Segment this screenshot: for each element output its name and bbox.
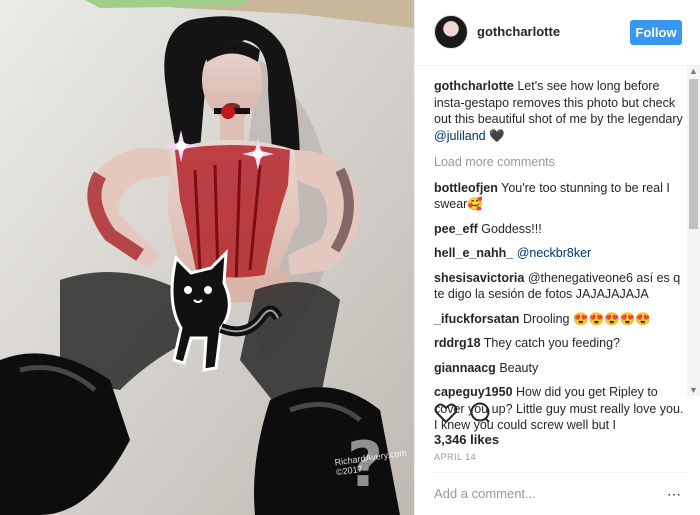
comment-item: hell_e_nahh_ @neckbr8ker bbox=[434, 245, 686, 262]
comment-username[interactable]: hell_e_nahh_ bbox=[434, 246, 513, 260]
post-header: gothcharlotte Follow bbox=[415, 0, 700, 66]
comment-username[interactable]: bottleofjen bbox=[434, 181, 498, 195]
comment-item: pee_eff Goddess!!! bbox=[434, 221, 686, 238]
post-side-panel: gothcharlotte Follow gothcharlotte Let's… bbox=[414, 0, 700, 515]
header-username[interactable]: gothcharlotte bbox=[477, 24, 560, 39]
heart-icon[interactable] bbox=[434, 401, 458, 425]
post-date: APRIL 14 bbox=[434, 452, 477, 462]
comment-item: shesisavictoria @thenegativeone6 así es … bbox=[434, 270, 686, 303]
more-options-icon[interactable]: ⋯ bbox=[667, 486, 682, 503]
sparkle-icon bbox=[165, 130, 197, 162]
sparkle-icon bbox=[242, 138, 274, 170]
comment-text: Goddess!!! bbox=[481, 221, 542, 236]
comment-username[interactable]: rddrg18 bbox=[434, 336, 481, 350]
comment-item: _ifuckforsatan Drooling 😍😍😍😍😍 bbox=[434, 311, 686, 328]
comment-item: rddrg18 They catch you feeding? bbox=[434, 335, 686, 352]
comment-text: Beauty bbox=[499, 360, 539, 375]
comment-username[interactable]: _ifuckforsatan bbox=[434, 312, 519, 326]
comment-username[interactable]: capeguy1950 bbox=[434, 385, 513, 399]
scroll-up-icon[interactable]: ▲ bbox=[688, 66, 699, 77]
divider bbox=[434, 472, 686, 473]
post-caption: gothcharlotte Let's see how long before … bbox=[434, 78, 686, 144]
caption-username[interactable]: gothcharlotte bbox=[434, 79, 514, 93]
scrollbar-thumb[interactable] bbox=[689, 79, 698, 229]
comment-mention[interactable]: @neckbr8ker bbox=[517, 246, 592, 260]
caption-emoji: 🖤 bbox=[489, 128, 505, 143]
comment-item: bottleofjen You're too stunning to be re… bbox=[434, 180, 686, 213]
comments-scrollbar[interactable]: ▲ ▼ bbox=[687, 66, 700, 396]
avatar[interactable] bbox=[434, 15, 468, 49]
comment-username[interactable]: shesisavictoria bbox=[434, 271, 524, 285]
comment-icon[interactable] bbox=[468, 401, 492, 425]
comment-username[interactable]: pee_eff bbox=[434, 222, 478, 236]
follow-button[interactable]: Follow bbox=[630, 20, 682, 45]
comment-item: giannaacg Beauty bbox=[434, 360, 686, 377]
scroll-down-icon[interactable]: ▼ bbox=[688, 385, 699, 396]
cat-sticker bbox=[170, 249, 283, 372]
comment-username[interactable]: giannaacg bbox=[434, 361, 496, 375]
comment-text: They catch you feeding? bbox=[483, 336, 620, 350]
caption-mention[interactable]: @juliland bbox=[434, 129, 486, 143]
likes-count[interactable]: 3,346 likes bbox=[434, 432, 499, 447]
post-actions bbox=[434, 401, 684, 429]
post-photo[interactable]: ? RichardAvery.com ©2017 bbox=[0, 0, 414, 515]
comment-text: Drooling 😍😍😍😍😍 bbox=[522, 311, 651, 326]
comments-list: gothcharlotte Let's see how long before … bbox=[434, 78, 686, 442]
add-comment-input[interactable]: Add a comment... bbox=[434, 486, 536, 501]
load-more-comments[interactable]: Load more comments bbox=[434, 154, 686, 171]
